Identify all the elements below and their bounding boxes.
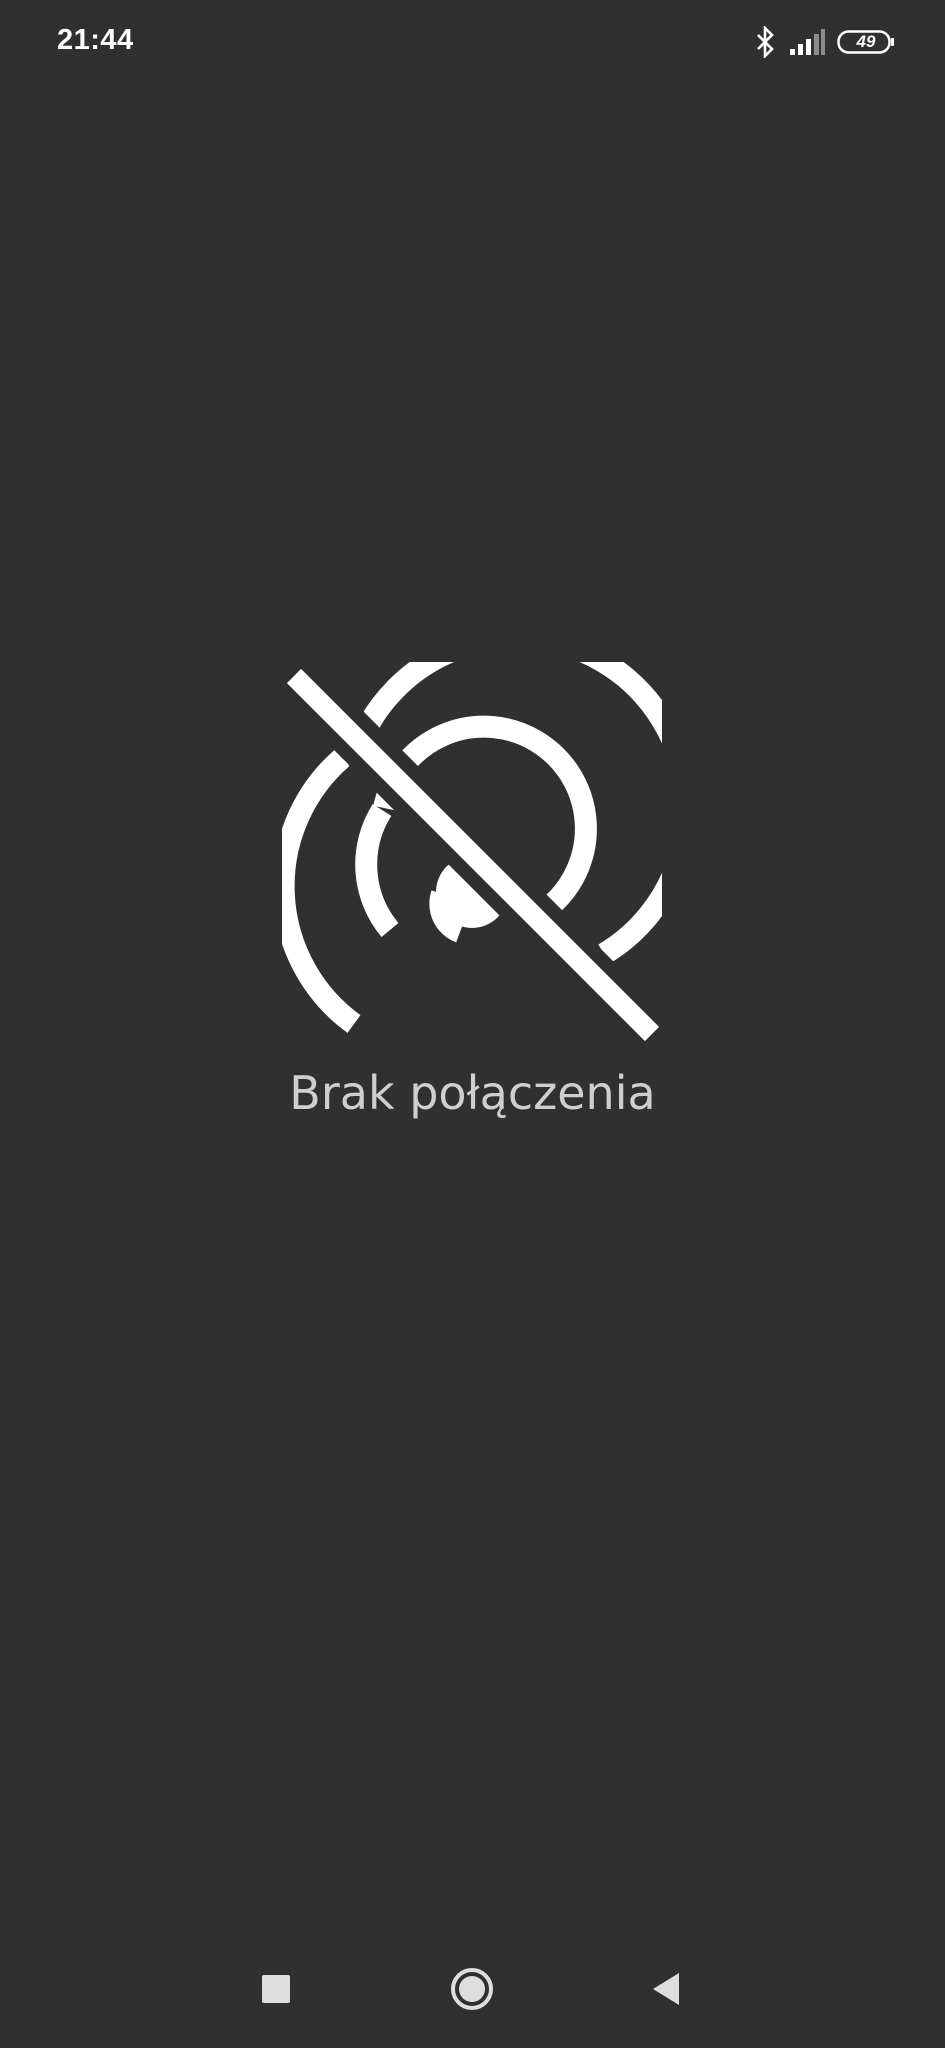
back-button[interactable]: [639, 1964, 693, 2018]
main-content: Brak połączenia: [0, 84, 945, 1934]
navigation-bar: [0, 1934, 945, 2048]
no-connection-message: Brak połączenia: [289, 1066, 656, 1120]
battery-level: 49: [856, 32, 876, 51]
signal-icon: [789, 29, 825, 55]
recents-button[interactable]: [249, 1964, 303, 2018]
bluetooth-icon: [755, 26, 777, 58]
battery-icon: 49: [837, 30, 895, 54]
back-triangle-icon: [651, 1972, 681, 2011]
square-icon: [261, 1974, 291, 2009]
status-bar: 21:44 49: [0, 0, 945, 84]
status-time: 21:44: [57, 24, 134, 56]
circle-icon: [450, 1967, 494, 2016]
signal-off-icon: [272, 627, 698, 1051]
home-button[interactable]: [445, 1964, 499, 2018]
status-icons: 49: [755, 24, 895, 60]
